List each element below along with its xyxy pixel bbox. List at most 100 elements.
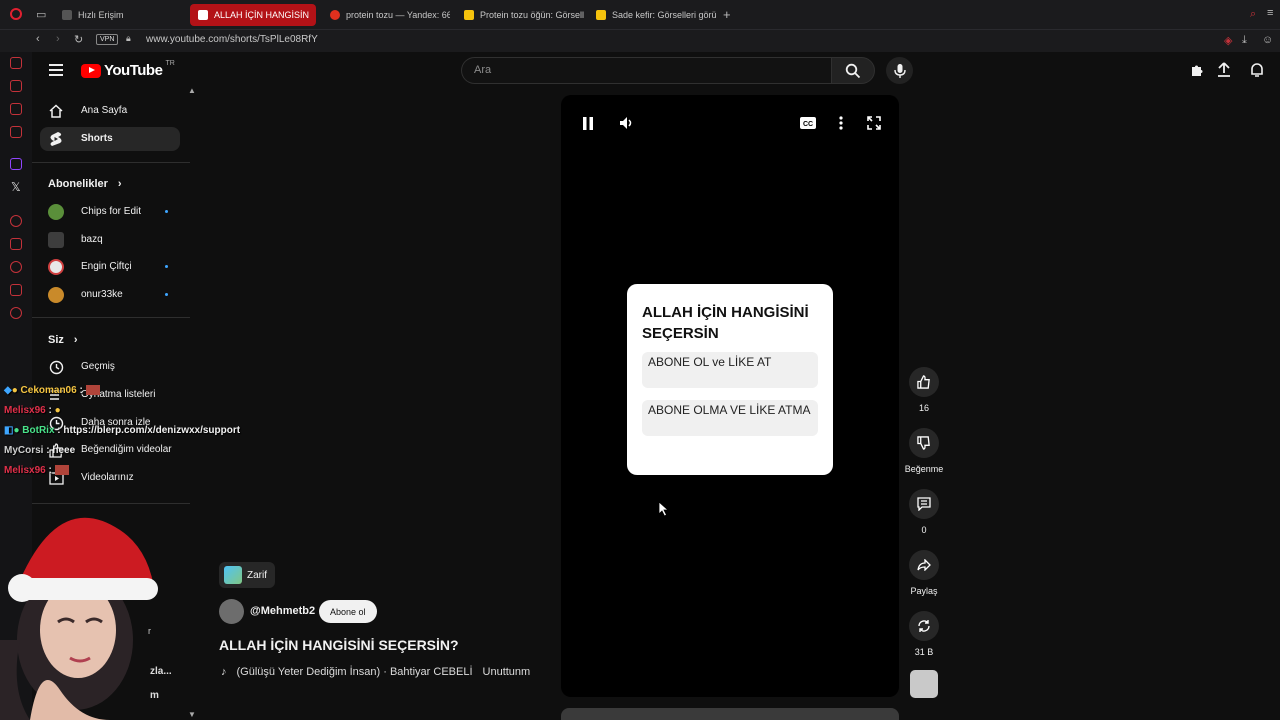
extension-icon[interactable]: ◈ xyxy=(1224,34,1232,47)
sidebar-item-shorts[interactable]: Shorts xyxy=(40,127,180,151)
pinboard-icon[interactable] xyxy=(10,238,22,250)
more-options-button[interactable] xyxy=(833,115,849,131)
home-icon xyxy=(48,103,64,119)
share-button[interactable] xyxy=(909,550,939,580)
mouse-cursor-icon xyxy=(659,502,669,517)
player-icon[interactable] xyxy=(10,215,22,227)
captions-button[interactable]: CC xyxy=(800,115,816,131)
yandex-icon xyxy=(330,10,340,20)
address-bar: ‹ › ↻ VPN 🔒︎ www.youtube.com/shorts/TsPl… xyxy=(0,30,1280,52)
chat-text: : xyxy=(48,405,52,416)
sidebar-divider xyxy=(32,162,190,163)
history-icon[interactable] xyxy=(10,261,22,273)
sound-thumbnail[interactable] xyxy=(910,670,938,698)
sidebar-sub-bazq[interactable]: bazq xyxy=(40,228,180,252)
effect-label: Zarif xyxy=(247,569,267,581)
dislike-button[interactable] xyxy=(909,428,939,458)
settings-icon[interactable] xyxy=(10,307,22,319)
music-title: (Gülüşü Yeter Dediğim İnsan) · Bahtiyar … xyxy=(236,666,473,678)
channel-name[interactable]: @Mehmetb2 xyxy=(250,605,315,617)
remix-button[interactable] xyxy=(909,611,939,641)
extension-puzzle-button[interactable] xyxy=(1188,62,1204,78)
pause-icon xyxy=(583,116,593,130)
search-tabs-icon[interactable]: ⌕ xyxy=(1250,8,1256,21)
youtube-play-icon xyxy=(81,63,101,78)
notifications-button[interactable] xyxy=(1249,62,1265,78)
youtube-logo[interactable]: YouTube TR xyxy=(81,60,175,79)
poll-option-1[interactable]: ABONE OL ve LİKE AT xyxy=(642,352,818,388)
tab-kefir-images[interactable]: Sade kefir: Görselleri görü xyxy=(588,4,718,26)
sidebar-item-label: Engin Çiftçi xyxy=(81,261,132,272)
messenger-icon[interactable] xyxy=(10,103,22,115)
sidebar-item-label: Videolarınız xyxy=(81,472,134,483)
sidebar-sub-onur33ke[interactable]: onur33ke xyxy=(40,283,180,307)
back-icon[interactable]: ‹ xyxy=(36,33,40,45)
poll-option-2[interactable]: ABONE OLMA VE LİKE ATMA xyxy=(642,400,818,436)
reload-icon[interactable]: ↻ xyxy=(74,33,83,46)
fullscreen-button[interactable] xyxy=(866,115,882,131)
voice-search-button[interactable] xyxy=(886,57,913,84)
forward-icon[interactable]: › xyxy=(56,33,60,45)
menu-icon[interactable]: ≡ xyxy=(1267,7,1273,19)
dislike-action[interactable]: Beğenme xyxy=(904,428,944,474)
guide-menu-button[interactable] xyxy=(49,64,63,76)
download-icon[interactable]: ⤓ xyxy=(1242,34,1247,47)
vpn-badge[interactable]: VPN xyxy=(96,34,119,45)
tab-youtube-short[interactable]: ALLAH İÇİN HANGİSİN xyxy=(190,4,316,26)
sidebar-item-home[interactable]: Ana Sayfa xyxy=(40,99,180,123)
you-header[interactable]: Siz › xyxy=(48,334,78,346)
microphone-icon xyxy=(893,63,906,78)
pause-button[interactable] xyxy=(580,115,596,131)
x-icon[interactable]: 𝕏 xyxy=(11,180,21,194)
extensions-icon[interactable] xyxy=(10,284,22,296)
comment-icon xyxy=(917,497,931,511)
volume-button[interactable] xyxy=(618,115,634,131)
comments-action[interactable]: 0 xyxy=(904,489,944,535)
twitch-icon[interactable] xyxy=(10,158,22,170)
sidebar-item-label: onur33ke xyxy=(81,289,123,300)
scroll-up-icon[interactable]: ▲ xyxy=(188,86,196,95)
lock-icon[interactable]: 🔒︎ xyxy=(126,33,131,44)
screen: ▭ Hızlı Erişim ALLAH İÇİN HANGİSİN prote… xyxy=(0,0,1280,720)
chat-user: Cekoman06 xyxy=(20,385,77,396)
scroll-down-icon[interactable]: ▼ xyxy=(188,710,196,719)
search-button[interactable] xyxy=(831,57,875,84)
chat-message: ◧● BotRix : https://blerp.com/x/denizwxx… xyxy=(4,425,240,436)
avatar xyxy=(48,232,64,248)
chat-user: Melisx96 xyxy=(4,405,46,416)
sidebar-sub-engin-ciftci[interactable]: Engin Çiftçi xyxy=(40,255,180,279)
sidebar-sub-chips-for-edit[interactable]: Chips for Edit xyxy=(40,200,180,224)
share-action[interactable]: Paylaş xyxy=(904,550,944,596)
effect-tag[interactable]: Zarif xyxy=(219,562,275,588)
tab-protein-images[interactable]: Protein tozu öğün: Görselle xyxy=(456,4,584,26)
subscribe-button[interactable]: Abone ol xyxy=(319,600,377,623)
like-action[interactable]: 16 xyxy=(904,367,944,413)
new-tab-icon[interactable]: + xyxy=(723,7,731,22)
search-input[interactable]: Ara xyxy=(461,57,831,84)
tab-yandex-search[interactable]: protein tozu — Yandex: 66 xyxy=(322,4,450,26)
channel-avatar[interactable] xyxy=(219,599,244,624)
speed-dial-icon[interactable] xyxy=(10,57,22,69)
grid-icon xyxy=(62,10,72,20)
streamer-webcam xyxy=(0,517,158,720)
tab-label: ALLAH İÇİN HANGİSİN xyxy=(214,10,310,20)
shorts-icon xyxy=(48,131,64,147)
next-short-thumbnail[interactable] xyxy=(561,708,899,720)
upload-icon xyxy=(1218,62,1230,77)
tab-overview-icon[interactable]: ▭ xyxy=(36,8,46,21)
workspace-icon[interactable] xyxy=(10,80,22,92)
profile-icon[interactable]: ☺ xyxy=(1262,34,1273,46)
tab-quick-access[interactable]: Hızlı Erişim xyxy=(54,4,184,26)
url-field[interactable]: www.youtube.com/shorts/TsPlLe08RfY xyxy=(146,34,318,45)
image-icon xyxy=(464,10,474,20)
remix-count: 31 B xyxy=(914,647,934,657)
comments-button[interactable] xyxy=(909,489,939,519)
remix-action[interactable]: 31 B xyxy=(904,611,944,657)
sidebar-item-history[interactable]: Geçmiş xyxy=(40,355,180,379)
opera-logo-icon[interactable] xyxy=(10,8,22,20)
like-button[interactable] xyxy=(909,367,939,397)
instagram-icon[interactable] xyxy=(10,126,22,138)
upload-button[interactable] xyxy=(1216,62,1232,78)
music-info[interactable]: ♪ (Gülüşü Yeter Dediğim İnsan) · Bahtiya… xyxy=(221,666,530,678)
subscriptions-header[interactable]: Abonelikler › xyxy=(48,178,122,190)
